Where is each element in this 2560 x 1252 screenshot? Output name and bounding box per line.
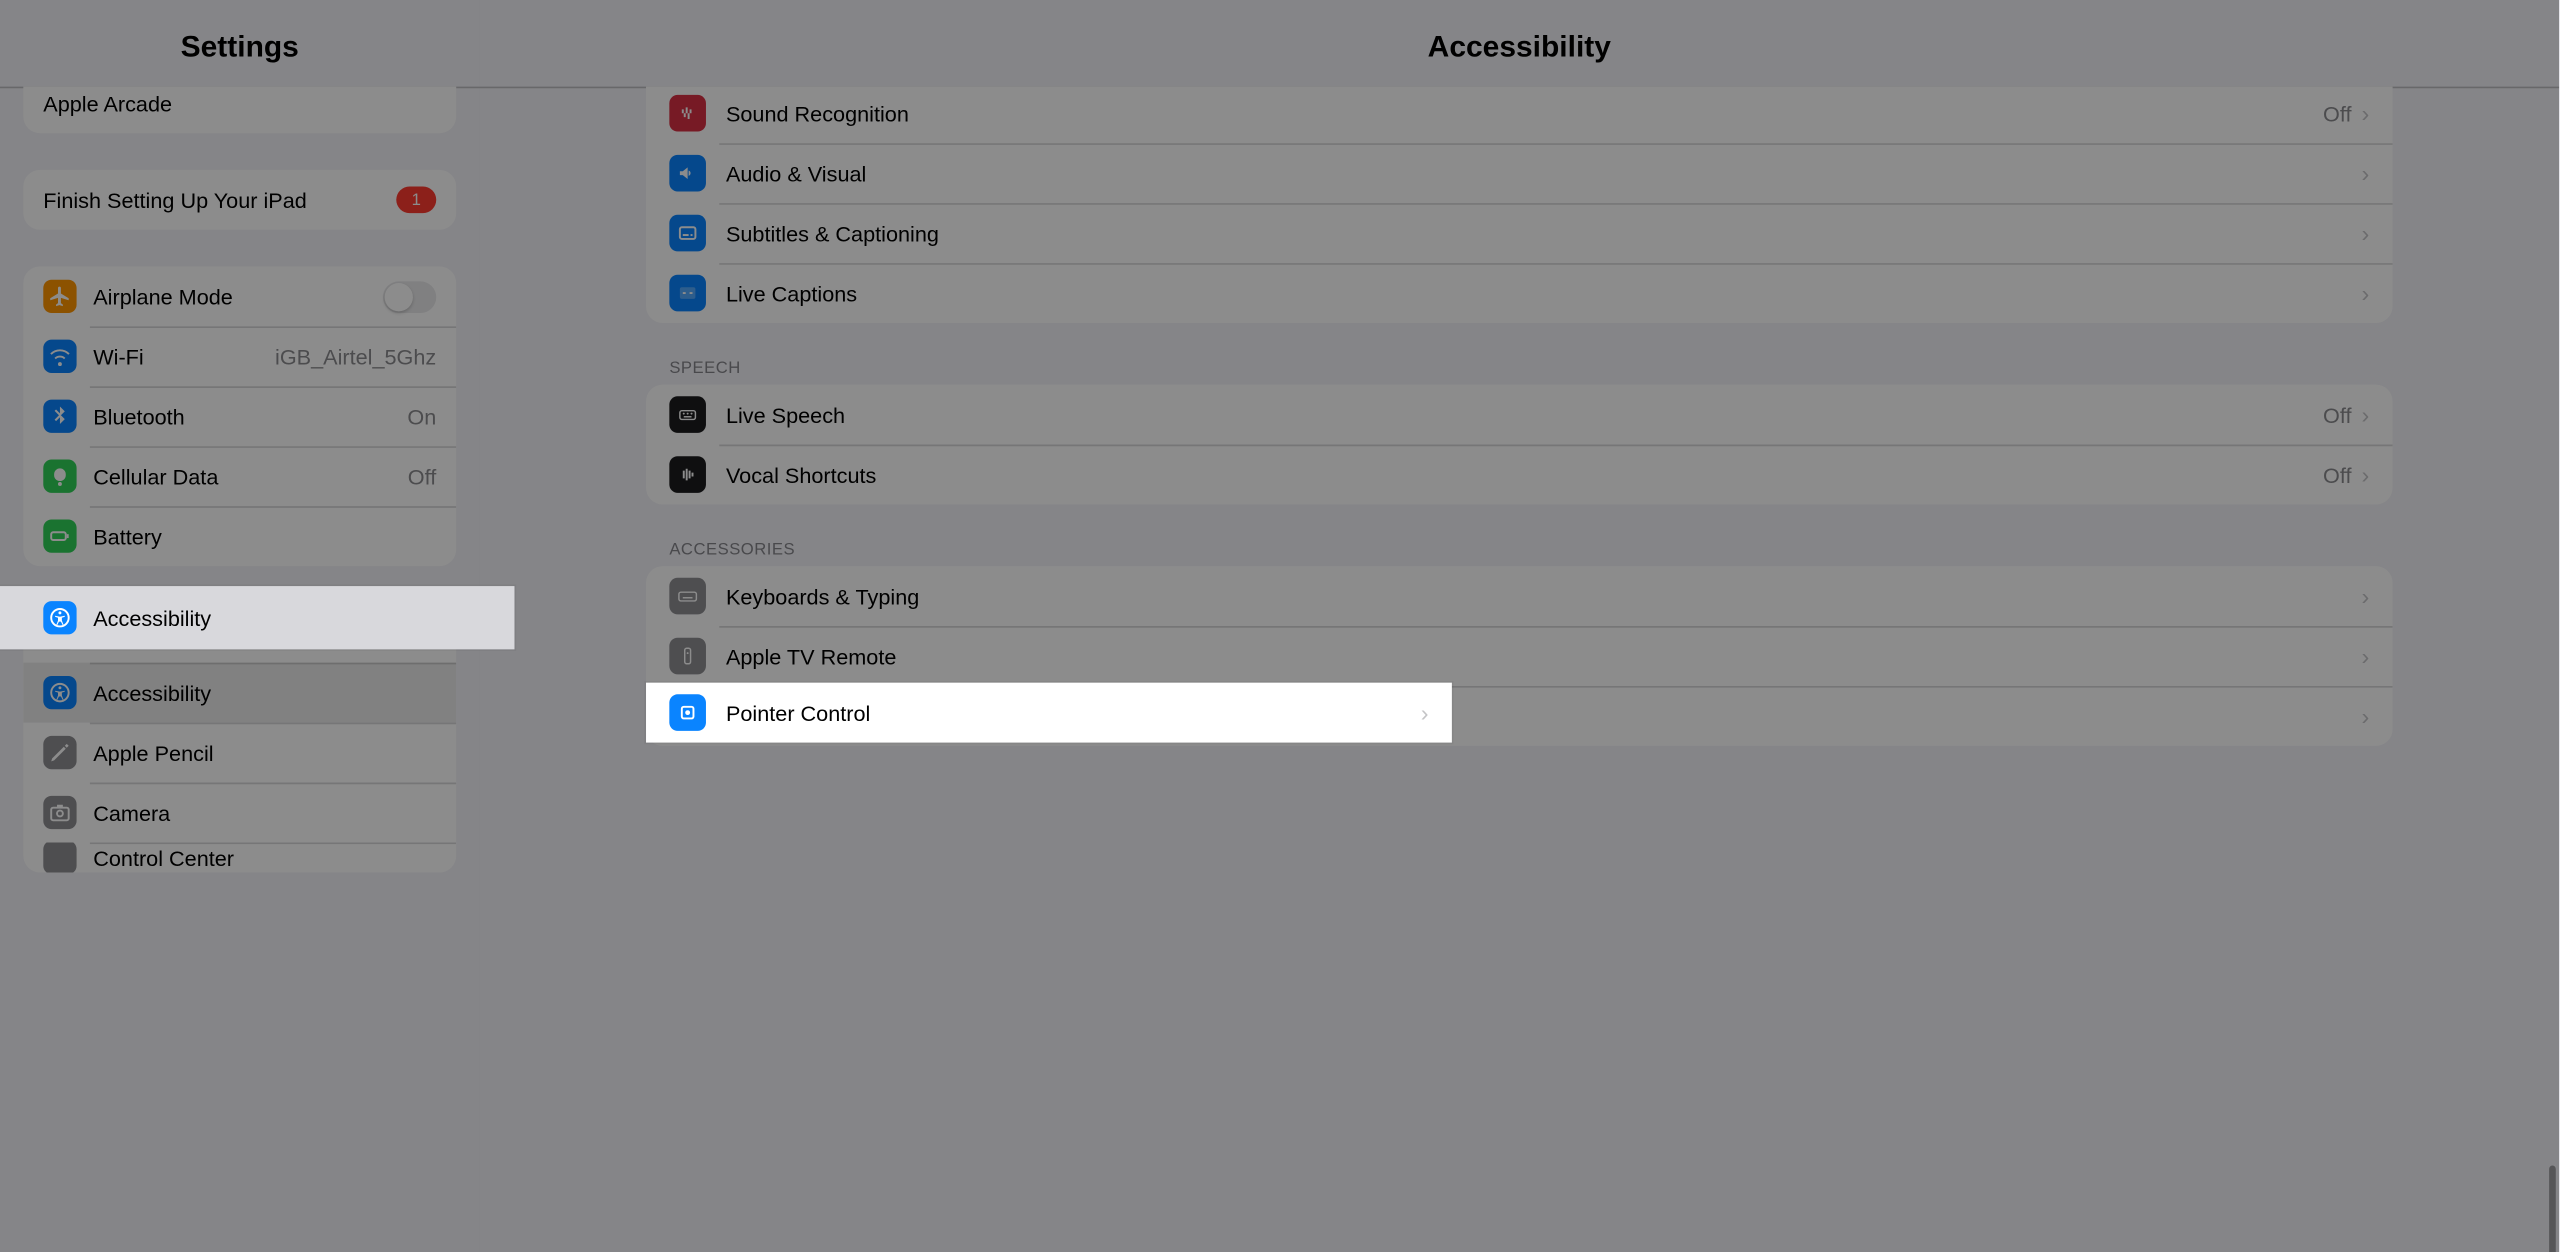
remote-icon [669, 638, 706, 675]
chevron-right-icon: › [1421, 699, 1429, 726]
sidebar-title: Settings [0, 30, 480, 87]
keyboard-icon [669, 396, 706, 433]
sidebar-item-cellular[interactable]: Cellular Data Off [23, 446, 456, 506]
detail-item-label: Sound Recognition [726, 101, 2323, 126]
sidebar-item-label: Camera [93, 800, 436, 825]
detail-item-audio-visual[interactable]: Audio & Visual › [646, 143, 2393, 203]
chevron-right-icon: › [2362, 643, 2370, 670]
battery-icon [43, 519, 76, 552]
accessibility-icon [43, 676, 76, 709]
detail-item-subtitles[interactable]: Subtitles & Captioning › [646, 203, 2393, 263]
sidebar-item-label: Apple Arcade [43, 91, 436, 116]
sidebar-item-value: iGB_Airtel_5Ghz [275, 344, 436, 369]
detail-item-live-captions[interactable]: Live Captions › [646, 263, 2393, 323]
sidebar-group-setup: Finish Setting Up Your iPad 1 [23, 170, 456, 230]
sidebar-item-label: Finish Setting Up Your iPad [43, 187, 396, 212]
sidebar-item-value: On [407, 404, 436, 429]
chevron-right-icon: › [2362, 401, 2370, 428]
chevron-right-icon: › [2362, 280, 2370, 307]
detail-item-label: Vocal Shortcuts [726, 462, 2323, 487]
chevron-right-icon: › [2362, 220, 2370, 247]
detail-item-appletv-remote[interactable]: Apple TV Remote › [646, 626, 2393, 686]
airplane-icon [43, 280, 76, 313]
detail-item-value: Off [2323, 402, 2351, 427]
sidebar-group-connectivity: Airplane Mode Wi-Fi iGB_Airtel_5Ghz Blue… [23, 266, 456, 566]
sidebar-item-bluetooth[interactable]: Bluetooth On [23, 386, 456, 446]
chevron-right-icon: › [2362, 703, 2370, 730]
sidebar-item-label: Bluetooth [93, 404, 407, 429]
detail-item-value: Off [2323, 101, 2351, 126]
cellular-icon [43, 460, 76, 493]
highlight-label: Pointer Control [726, 700, 1421, 725]
bluetooth-icon [43, 400, 76, 433]
section-header-speech: SPEECH [669, 360, 2392, 378]
chevron-right-icon: › [2362, 583, 2370, 610]
chevron-right-icon: › [2362, 461, 2370, 488]
detail-item-label: Apple TV Remote [726, 644, 2352, 669]
sidebar-item-battery[interactable]: Battery [23, 506, 456, 566]
sidebar-item-apple-arcade[interactable]: Apple Arcade [23, 87, 456, 134]
captions-icon [669, 275, 706, 312]
wifi-icon [43, 340, 76, 373]
sidebar-item-label: Wi-Fi [93, 344, 275, 369]
sidebar-item-label: Cellular Data [93, 464, 408, 489]
keyboard2-icon [669, 578, 706, 615]
speaker-icon [669, 155, 706, 192]
badge: 1 [396, 186, 436, 213]
detail-item-label: Audio & Visual [726, 161, 2352, 186]
camera-icon [43, 796, 76, 829]
subtitles-icon [669, 215, 706, 252]
detail-item-live-speech[interactable]: Live Speech Off › [646, 385, 2393, 445]
pencil-icon [43, 736, 76, 769]
sidebar-item-control-center[interactable]: Control Center [23, 842, 456, 872]
sidebar-item-label: Accessibility [93, 680, 436, 705]
sound-rec-icon [669, 95, 706, 132]
chevron-right-icon: › [2362, 160, 2370, 187]
highlight-detail-pointer-control[interactable]: Pointer Control › [646, 683, 1452, 743]
detail-item-label: Live Captions [726, 281, 2352, 306]
detail-title: Accessibility [480, 30, 2560, 87]
scroll-indicator[interactable] [2549, 1166, 2556, 1252]
chevron-right-icon: › [2362, 100, 2370, 127]
sidebar-item-wifi[interactable]: Wi-Fi iGB_Airtel_5Ghz [23, 326, 456, 386]
accessibility-icon [43, 601, 76, 634]
detail-item-vocal-shortcuts[interactable]: Vocal Shortcuts Off › [646, 445, 2393, 505]
detail-pane: Accessibility Sound Recognition Off › Au… [480, 0, 2560, 1252]
sidebar-group-arcade: Apple Arcade [23, 87, 456, 134]
highlight-label: Accessibility [93, 605, 494, 630]
pointer-icon [669, 694, 706, 731]
sidebar-item-airplane[interactable]: Airplane Mode [23, 266, 456, 326]
sidebar-item-value: Off [408, 464, 436, 489]
detail-item-keyboards-typing[interactable]: Keyboards & Typing › [646, 566, 2393, 626]
detail-item-sound-recognition[interactable]: Sound Recognition Off › [646, 87, 2393, 144]
sidebar-item-label: Control Center [93, 845, 436, 870]
detail-item-label: Live Speech [726, 402, 2323, 427]
sidebar-item-accessibility[interactable]: Accessibility [23, 663, 456, 723]
sidebar-item-label: Airplane Mode [93, 284, 383, 309]
waveform-icon [669, 456, 706, 493]
detail-group-speech: Live Speech Off › Vocal Shortcuts Off › [646, 385, 2393, 505]
section-header-accessories: ACCESSORIES [669, 541, 2392, 559]
switches-icon [43, 842, 76, 872]
highlight-sidebar-accessibility[interactable]: Accessibility [0, 586, 514, 649]
detail-item-label: Subtitles & Captioning [726, 221, 2352, 246]
detail-item-label: Keyboards & Typing [726, 584, 2352, 609]
detail-item-value: Off [2323, 462, 2351, 487]
airplane-toggle[interactable] [383, 281, 436, 313]
sidebar-item-apple-pencil[interactable]: Apple Pencil [23, 723, 456, 783]
sidebar-item-label: Apple Pencil [93, 740, 436, 765]
sidebar-item-label: Battery [93, 524, 436, 549]
detail-group-hearing: Sound Recognition Off › Audio & Visual ›… [646, 87, 2393, 323]
sidebar-item-camera[interactable]: Camera [23, 783, 456, 843]
sidebar-item-finish-setup[interactable]: Finish Setting Up Your iPad 1 [23, 170, 456, 230]
